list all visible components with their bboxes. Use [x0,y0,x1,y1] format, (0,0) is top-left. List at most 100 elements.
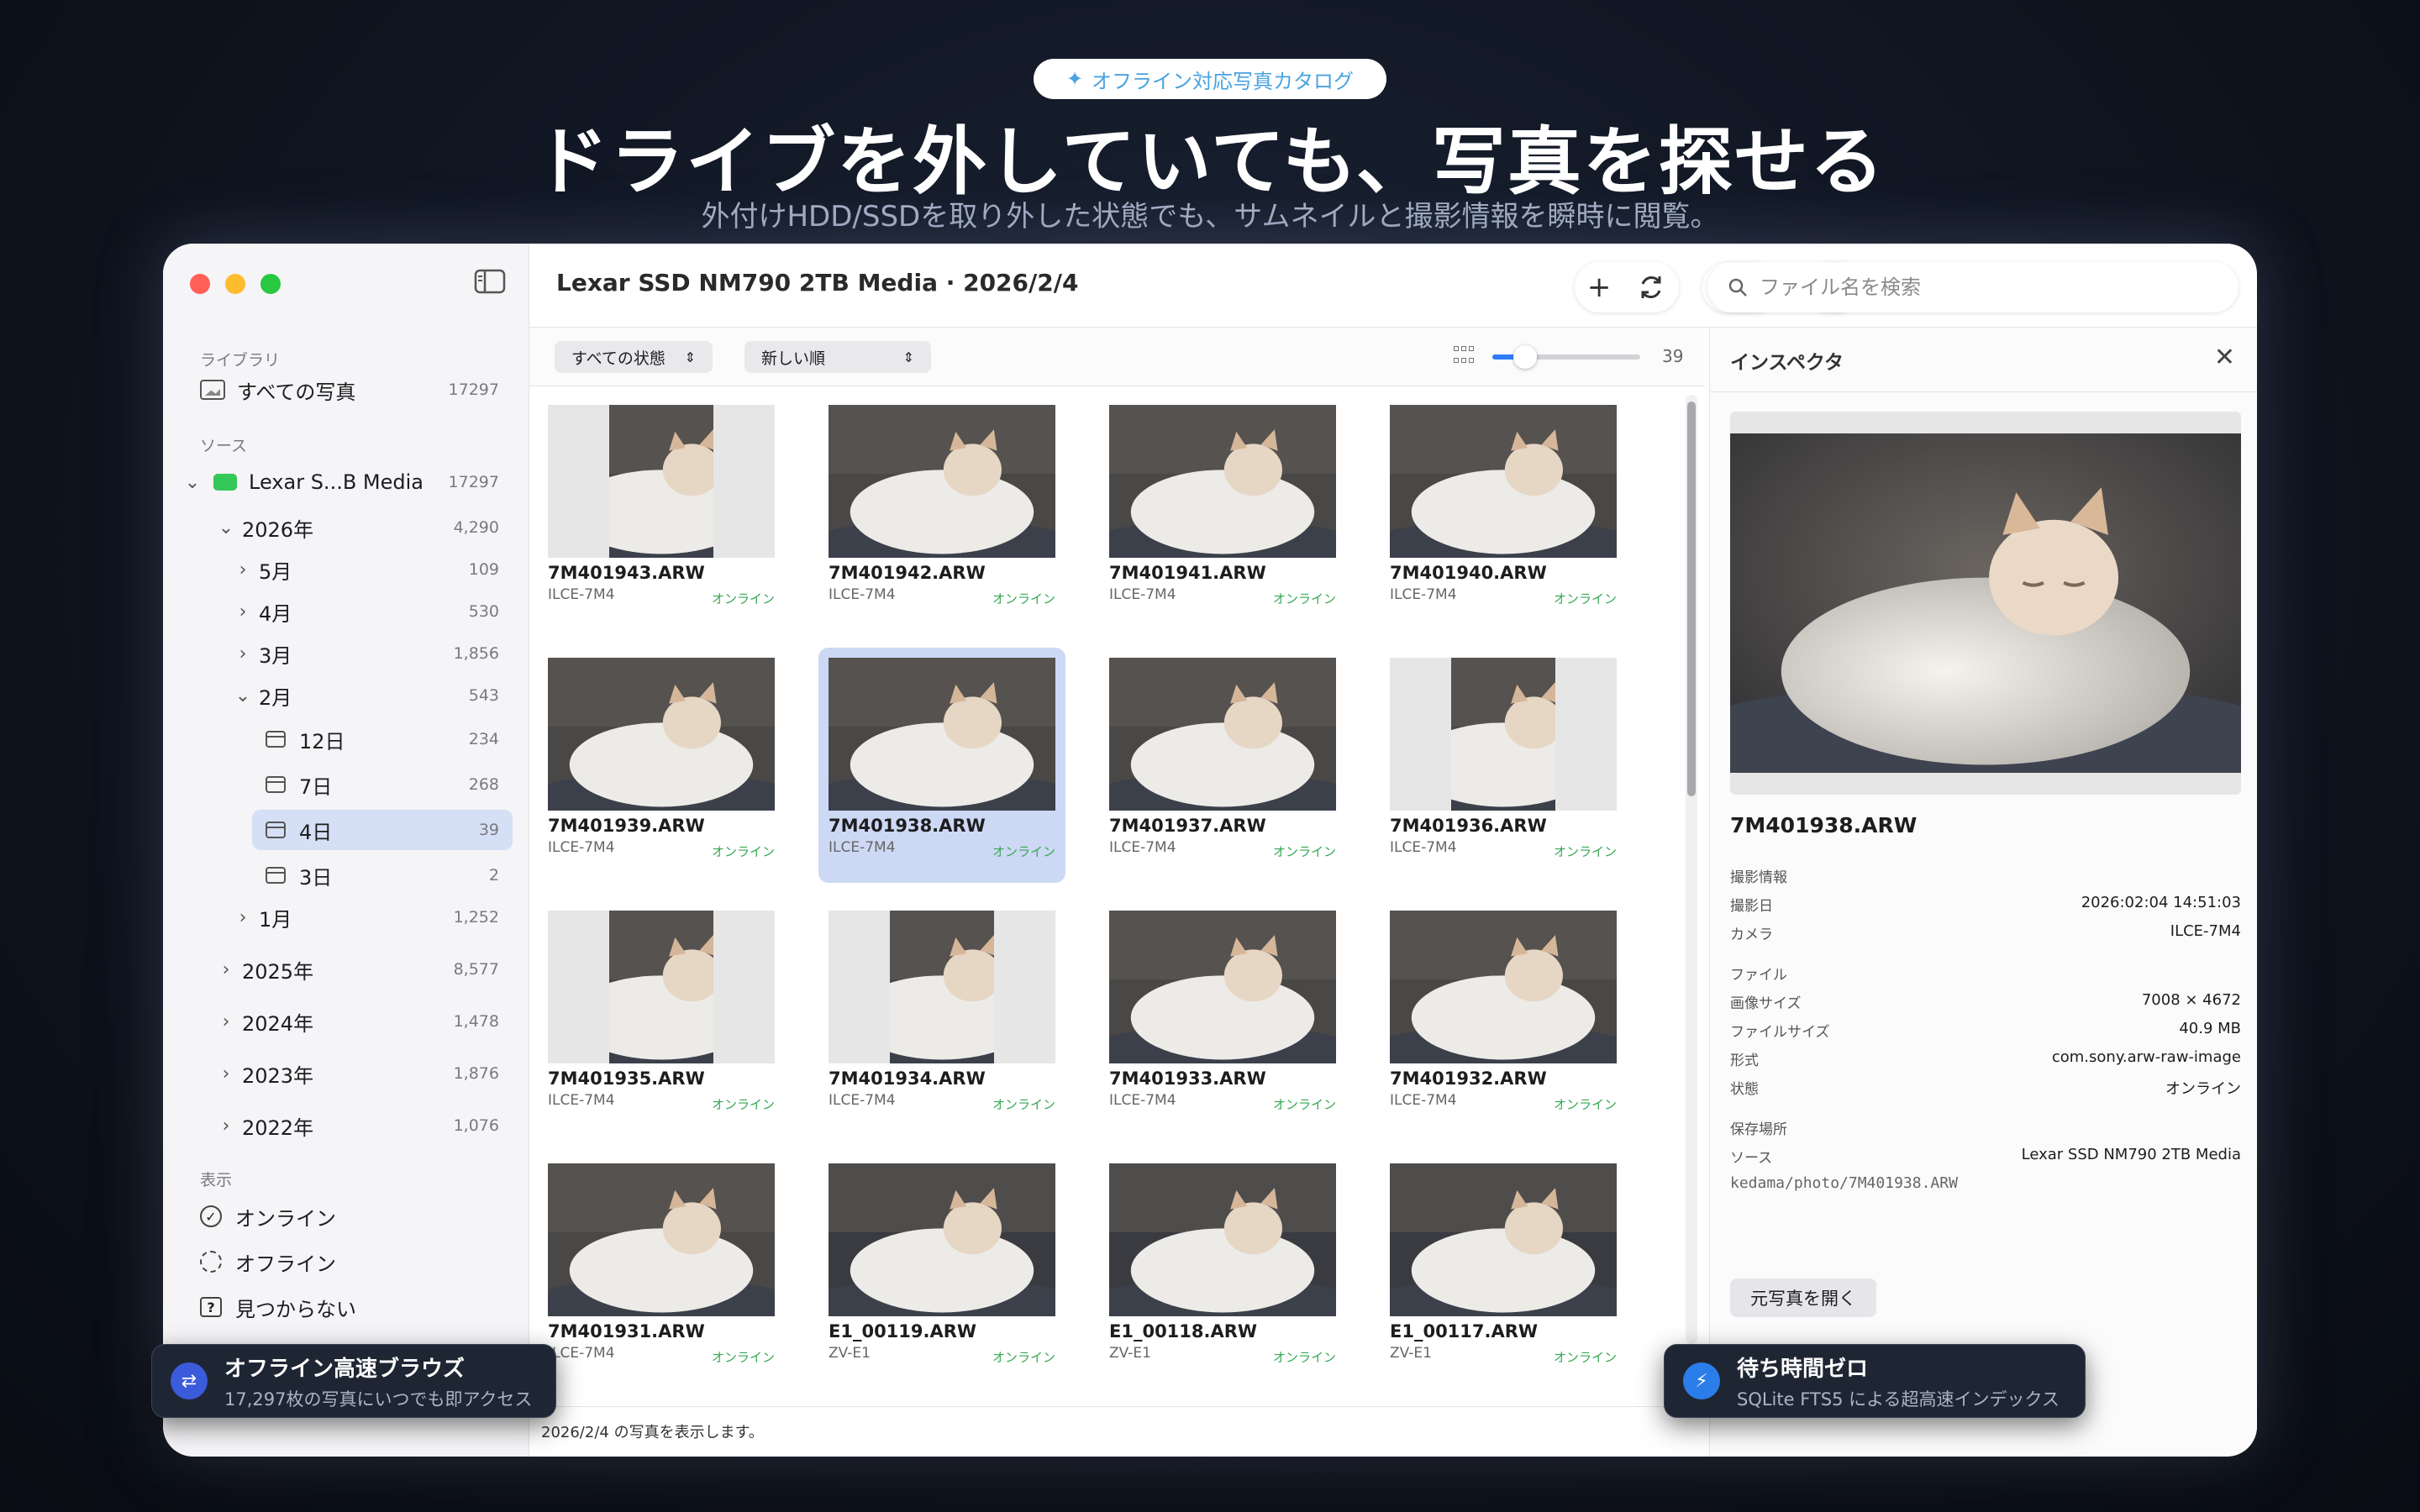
chevron-right-icon[interactable]: › [234,559,252,580]
tree-item-month[interactable]: ⌄ 2月 543 [163,675,529,716]
scrollbar-thumb[interactable] [1687,402,1696,796]
photo-thumbnail [829,1163,1055,1316]
thumbnail-size-slider[interactable] [1492,345,1640,369]
photo-tile[interactable]: 7M401935.ARW ILCE-7M4 オンライン [538,900,785,1136]
info-key: 撮影日 [1730,898,1773,915]
tree-item-month[interactable]: › 3月 1,856 [163,633,529,674]
search-input[interactable] [1760,276,2196,299]
info-row-image-size: 画像サイズ 7008 × 4672 [1730,991,2241,1012]
zoom-window-button[interactable] [260,274,281,294]
photo-tile[interactable]: 7M401932.ARW ILCE-7M4 オンライン [1380,900,1627,1136]
photo-thumbnail [548,405,775,558]
photo-thumbnail [829,405,1055,558]
filter-missing[interactable]: ? 見つからない [163,1287,529,1327]
filter-label: 見つからない [235,1297,356,1321]
chevron-right-icon[interactable]: › [217,1011,235,1032]
photo-tile[interactable]: 7M401933.ARW ILCE-7M4 オンライン [1099,900,1346,1136]
chevron-right-icon[interactable]: › [217,959,235,980]
photo-tile[interactable]: 7M401936.ARW ILCE-7M4 オンライン [1380,648,1627,883]
photo-tile[interactable]: 7M401938.ARW ILCE-7M4 オンライン [818,648,1065,883]
filter-label: オフライン [235,1252,336,1276]
photo-filename: 7M401932.ARW [1390,1068,1547,1089]
photo-thumbnail [548,911,775,1063]
sidebar-item-source[interactable]: ⌄ Lexar S...B Media 17297 [163,462,529,502]
photo-camera: ZV-E1 [1390,1345,1432,1362]
photo-tile[interactable]: 7M401942.ARW ILCE-7M4 オンライン [818,395,1065,630]
info-value: 2026:02:04 14:51:03 [2081,894,2241,911]
info-value: Lexar SSD NM790 2TB Media [2021,1146,2241,1163]
chevron-down-icon[interactable]: ⌄ [217,517,235,538]
info-row-source: ソース Lexar SSD NM790 2TB Media [1730,1146,2241,1167]
tree-item-day[interactable]: 3日 2 [163,855,529,895]
open-original-button[interactable]: 元写真を開く [1730,1278,1876,1317]
photo-tile[interactable]: 7M401937.ARW ILCE-7M4 オンライン [1099,648,1346,883]
chevron-right-icon[interactable]: › [234,643,252,664]
question-mark-icon: ? [200,1297,222,1317]
tree-item-year[interactable]: ⌄ 2026年 4,290 [163,507,529,548]
toast-offline-browse: ⇄ オフライン高速ブラウズ 17,297枚の写真にいつでも即アクセス [151,1344,556,1418]
sidebar-item-count: 17297 [448,381,499,399]
filter-online[interactable]: ✓ オンライン [163,1196,529,1236]
photo-tile[interactable]: 7M401943.ARW ILCE-7M4 オンライン [538,395,785,630]
add-button[interactable]: + [1587,270,1612,304]
chevron-down-icon[interactable]: ⌄ [183,472,202,493]
chevron-right-icon[interactable]: › [217,1063,235,1084]
tree-item-month[interactable]: › 5月 109 [163,549,529,590]
tree-item-day-selected[interactable]: 4日 39 [163,810,529,850]
tree-item-label: 2022年 [242,1116,314,1140]
photo-filename: E1_00118.ARW [1109,1321,1258,1341]
minimize-window-button[interactable] [225,274,245,294]
info-value: オンライン [2165,1080,2241,1098]
photo-tile[interactable]: 7M401941.ARW ILCE-7M4 オンライン [1099,395,1346,630]
photo-thumbnail [829,658,1055,811]
photo-tile[interactable]: 7M401939.ARW ILCE-7M4 オンライン [538,648,785,883]
tree-item-label: 4日 [299,820,333,844]
tree-item-year[interactable]: › 2024年 1,478 [163,1001,529,1042]
tree-item-label: 3日 [299,865,333,890]
tree-item-month[interactable]: › 4月 530 [163,591,529,632]
photo-tile[interactable]: 7M401940.ARW ILCE-7M4 オンライン [1380,395,1627,630]
filter-bar: すべての状態 ⇕ 新しい順 ⇕ 39 [529,328,1704,386]
inspector-filename: 7M401938.ARW [1730,813,1918,837]
select-value: 新しい順 [761,349,826,368]
grid-size-icon [1454,346,1476,366]
sidebar-item-all-photos[interactable]: すべての写真 17297 [163,370,529,410]
tree-item-year[interactable]: › 2022年 1,076 [163,1105,529,1146]
filter-offline[interactable]: オフライン [163,1242,529,1282]
photo-status-badge: オンライン [1272,1097,1336,1112]
tree-item-count: 530 [468,602,499,621]
photo-tile[interactable]: E1_00117.ARW ZV-E1 オンライン [1380,1153,1627,1389]
photo-camera: ILCE-7M4 [829,586,896,603]
chevron-right-icon[interactable]: › [217,1116,235,1137]
photo-tile[interactable]: 7M401931.ARW ILCE-7M4 オンライン [538,1153,785,1389]
photo-tile[interactable]: 7M401934.ARW ILCE-7M4 オンライン [818,900,1065,1136]
chevron-down-icon[interactable]: ⌄ [234,685,252,706]
close-icon[interactable]: ✕ [2214,343,2235,372]
photo-thumbnail [1390,658,1617,811]
sidebar-toggle-icon[interactable] [474,269,506,294]
chevron-right-icon[interactable]: › [234,907,252,928]
sidebar: ライブラリ すべての写真 17297 ソース ⌄ Lexar S...B Med… [163,244,529,1457]
info-row-shoot-date: 撮影日 2026:02:04 14:51:03 [1730,894,2241,915]
photo-status-badge: オンライン [1272,844,1336,859]
refresh-icon[interactable] [1636,272,1666,302]
sort-select[interactable]: 新しい順 ⇕ [744,341,931,373]
chevron-right-icon[interactable]: › [234,601,252,622]
status-bar: 2026/2/4 の写真を表示します。 [529,1406,1704,1457]
divider [1710,391,2257,392]
slider-knob[interactable] [1512,345,1537,369]
tree-item-year[interactable]: › 2023年 1,876 [163,1053,529,1094]
status-filter-select[interactable]: すべての状態 ⇕ [555,341,713,373]
selection-highlight [252,810,513,850]
tree-item-day[interactable]: 12日 234 [163,719,529,759]
photo-tile[interactable]: E1_00118.ARW ZV-E1 オンライン [1099,1153,1346,1389]
photo-tile[interactable]: E1_00119.ARW ZV-E1 オンライン [818,1153,1065,1389]
select-value: すべての状態 [571,349,666,368]
grid-scrollbar[interactable] [1686,395,1697,1344]
close-window-button[interactable] [190,274,210,294]
tree-item-day[interactable]: 7日 268 [163,764,529,805]
search-field[interactable] [1707,262,2238,312]
tree-item-month[interactable]: › 1月 1,252 [163,897,529,937]
photo-filename: 7M401939.ARW [548,816,705,836]
tree-item-year[interactable]: › 2025年 8,577 [163,949,529,990]
